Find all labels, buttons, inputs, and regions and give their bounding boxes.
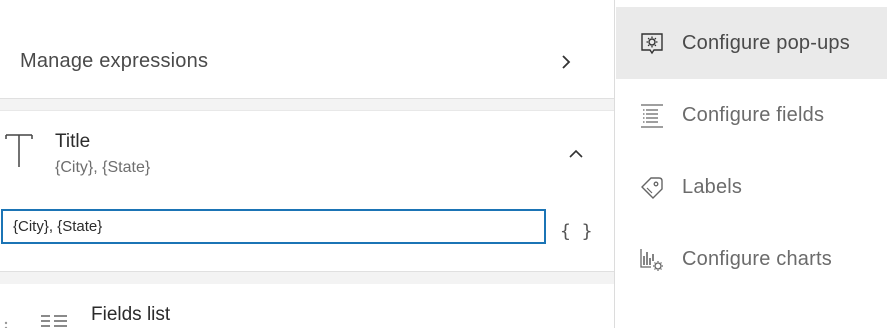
menu-item-label: Configure pop-ups <box>682 32 850 54</box>
title-heading: Title <box>55 131 91 152</box>
drag-handle-icon[interactable] <box>4 318 8 328</box>
fields-list-icon <box>40 310 68 328</box>
fields-list-icon <box>639 103 665 129</box>
text-title-icon <box>4 133 34 169</box>
chart-config-icon <box>639 247 665 273</box>
label-tag-icon <box>639 175 665 201</box>
manage-expressions-label: Manage expressions <box>20 50 209 72</box>
menu-item-labels[interactable]: Labels <box>616 151 887 223</box>
section-divider <box>0 98 614 111</box>
menu-item-configure-popups[interactable]: Configure pop-ups <box>616 7 887 79</box>
chevron-right-icon <box>556 52 576 72</box>
menu-item-configure-fields[interactable]: Configure fields <box>616 79 887 151</box>
menu-item-label: Labels <box>682 176 743 198</box>
title-expression-input[interactable] <box>1 209 546 244</box>
title-subtitle: {City}, {State} <box>55 159 151 176</box>
insert-field-button[interactable]: { } <box>560 221 593 242</box>
fields-list-label: Fields list <box>91 304 171 325</box>
chevron-up-icon[interactable] <box>566 144 586 164</box>
menu-item-label: Configure fields <box>682 104 825 126</box>
configure-sidebar: Configure pop-ups Configure fields Label… <box>614 0 887 328</box>
title-section: Title {City}, {State} { } <box>0 111 614 271</box>
popup-editor-panel: Manage expressions Title {City}, {State}… <box>0 0 614 328</box>
manage-expressions-row[interactable]: Manage expressions <box>0 24 614 98</box>
section-divider <box>0 271 614 284</box>
menu-item-configure-charts[interactable]: Configure charts <box>616 223 887 295</box>
menu-item-label: Configure charts <box>682 248 832 270</box>
popup-config-icon <box>639 31 665 57</box>
